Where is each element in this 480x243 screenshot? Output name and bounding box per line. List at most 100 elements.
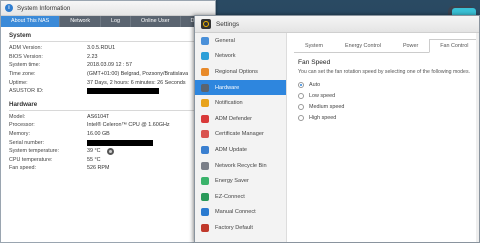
info-row: Fan speed: 526 RPM [9,164,207,173]
sidebar-item-energy-saver[interactable]: Energy Saver [195,173,286,189]
radio-button[interactable] [298,114,304,121]
sidebar-item-label: Factory Default [215,224,253,231]
row-label: Serial number: [9,139,45,146]
sidebar-item-adm-update[interactable]: ADM Update [195,142,286,158]
tab-power[interactable]: Power [392,39,429,52]
row-label: BIOS Version: [9,53,43,60]
sidebar-item-label: EZ-Connect [215,193,245,200]
settings-content: System Energy Control Power Fan Control Fan… [288,33,480,242]
row-value: AS6104T [87,113,110,120]
info-row: CPU temperature: 55 °C [9,156,207,165]
row-value: 37 Days, 2 hours: 6 minutes: 26 Seconds [87,79,186,86]
tab-log[interactable]: Log [101,16,132,27]
notification-icon [201,99,209,108]
fan-option-high-speed[interactable]: High speed [298,112,469,123]
fan-option-low-speed[interactable]: Low speed [298,90,469,101]
system-heading: System [9,29,207,42]
row-value: Intel® Celeron™ CPU @ 1.60GHz [87,122,170,129]
sysinfo-titlebar[interactable]: i System Information [1,1,215,16]
row-label: CPU temperature: [9,156,53,163]
sidebar-item-adm-defender[interactable]: ADM Defender [195,111,286,127]
tab-fan-control[interactable]: Fan Control [429,39,480,53]
fan-option-label: Medium speed [309,103,345,110]
tab-energy-control[interactable]: Energy Control [334,39,392,52]
row-value: 526 RPM [87,165,110,172]
info-row: Model: AS6104T [9,113,207,122]
row-value: 3.0.5.RDU1 [87,45,116,52]
shield-icon [201,114,209,123]
sidebar-item-manual-connect[interactable]: Manual Connect [195,205,286,221]
scrollbar[interactable] [476,33,479,242]
network-icon [201,52,209,61]
row-label: ADM Version: [9,45,42,52]
tab-about-this-nas[interactable]: About This NAS [1,16,61,27]
system-information-window: i System Information About This NAS Netw… [0,0,216,243]
sidebar-item-certificate-manager[interactable]: Certificate Manager [195,127,286,143]
hardware-section: Hardware Model: AS6104T Processor: Intel® … [1,96,215,173]
factory-default-icon [201,223,209,232]
row-label: Processor: [9,122,35,129]
row-label: ASUSTOR ID: [9,88,44,95]
tab-system[interactable]: System [294,39,334,52]
sidebar-item-hardware[interactable]: Hardware [195,79,286,96]
radio-button[interactable] [298,81,304,88]
fan-option-label: Auto [309,81,321,88]
sidebar-item-regional-options[interactable]: Regional Options [195,64,286,80]
row-value: 16.00 GB [87,131,110,138]
sidebar-item-network-recycle-bin[interactable]: Network Recycle Bin [195,158,286,174]
update-icon [201,145,209,154]
fan-speed-description: You can set the fan rotation speed by se… [298,69,470,75]
settings-titlebar[interactable]: Settings [195,16,479,33]
sidebar-item-notification[interactable]: Notification [195,95,286,111]
fan-speed-options: Auto Low speed Medium speed High speed [298,79,469,123]
info-row: Uptime: 37 Days, 2 hours: 6 minutes: 26 S… [9,78,207,87]
info-row: BIOS Version: 2.23 [9,53,207,62]
row-label: Fan speed: [9,165,36,172]
radio-button[interactable] [298,92,304,99]
tab-network[interactable]: Network [60,16,102,27]
sidebar-item-general[interactable]: General [195,33,286,49]
row-label: Time zone: [9,71,36,78]
sysinfo-title: System Information [17,4,71,12]
row-label: Memory: [9,131,30,138]
fan-option-label: High speed [309,114,337,121]
row-label: System temperature: [9,148,60,155]
radio-button[interactable] [298,103,304,110]
fan-option-medium-speed[interactable]: Medium speed [298,101,469,112]
sidebar-item-factory-default[interactable]: Factory Default [195,220,286,236]
sidebar-item-label: Network [215,53,236,60]
row-value: 39 °C [87,148,101,155]
tab-online-user[interactable]: Online User [131,16,181,27]
system-section: System ADM Version: 3.0.5.RDU1 BIOS Versi… [1,27,215,96]
sidebar-item-label: ADM Defender [215,115,252,122]
hardware-icon [201,83,209,92]
sidebar-item-label: Manual Connect [215,209,256,216]
sidebar-item-label: Energy Saver [215,178,249,185]
info-row: ADM Version: 3.0.5.RDU1 [9,44,207,53]
ez-connect-icon [201,192,209,201]
row-label: Uptime: [9,79,28,86]
redacted-value [87,139,153,146]
sidebar-item-label: General [215,37,235,44]
info-row: Time zone: (GMT+01:00) Belgrad, Pozsony/B… [9,70,207,79]
energy-icon [201,177,209,186]
sidebar-item-ez-connect[interactable]: EZ-Connect [195,189,286,205]
redacted-value [87,88,159,95]
manual-connect-icon [201,208,209,217]
info-row: System temperature: 39 °C [9,147,207,156]
sysinfo-tabs: About This NAS Network Log Online User D… [1,16,215,27]
row-value: 55 °C [87,156,101,163]
info-row: Serial number: [9,138,207,147]
general-icon [201,36,209,45]
sidebar-item-label: Hardware [215,84,240,91]
sidebar-item-network[interactable]: Network [195,49,286,65]
sidebar-item-label: Regional Options [215,68,258,75]
settings-tabs: System Energy Control Power Fan Control [294,39,480,53]
fan-option-auto[interactable]: Auto [298,79,469,90]
fan-option-label: Low speed [309,92,336,99]
info-row: ASUSTOR ID: [9,87,207,96]
info-row: Memory: 16.00 GB [9,130,207,139]
settings-title: Settings [216,20,240,28]
certificate-icon [201,130,209,139]
sidebar-item-label: ADM Update [215,146,248,153]
